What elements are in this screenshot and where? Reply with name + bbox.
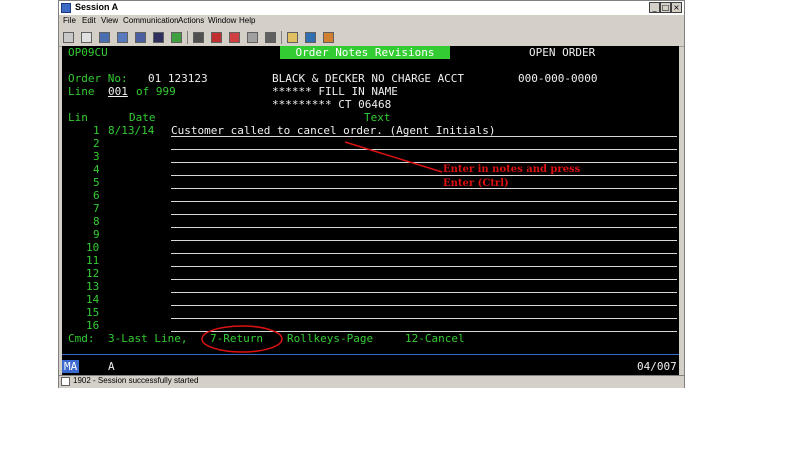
- annotation-text-2: Enter (Ctrl): [443, 178, 509, 189]
- settings-icon[interactable]: [265, 32, 276, 43]
- send-icon[interactable]: [117, 32, 128, 43]
- keyboard-icon[interactable]: [247, 32, 258, 43]
- record-icon[interactable]: [193, 32, 204, 43]
- title-bar: Session A _ □ ×: [59, 1, 684, 15]
- copy-icon[interactable]: [81, 32, 92, 43]
- status-bar: 1902 - Session successfully started: [59, 375, 684, 388]
- menu-edit[interactable]: Edit: [82, 16, 96, 25]
- menu-view[interactable]: View: [101, 16, 118, 25]
- maximize-button[interactable]: □: [660, 2, 671, 13]
- receive-icon[interactable]: [135, 32, 146, 43]
- app-icon: [61, 3, 71, 13]
- menu-window[interactable]: Window: [208, 16, 236, 25]
- annotation-text-1: Enter in notes and press: [443, 164, 581, 175]
- globe-icon[interactable]: [305, 32, 316, 43]
- toolbar-separator: [187, 31, 188, 44]
- macro-icon[interactable]: [171, 32, 182, 43]
- menu-bar: File Edit View Communication Actions Win…: [59, 15, 684, 28]
- display-icon[interactable]: [153, 32, 164, 43]
- annotation-arrow: [344, 141, 443, 173]
- annotation-overlay: [201, 141, 443, 353]
- play-icon[interactable]: [229, 32, 240, 43]
- minimize-button[interactable]: _: [649, 2, 660, 13]
- help-icon[interactable]: [323, 32, 334, 43]
- toolbar: [59, 29, 684, 47]
- menu-file[interactable]: File: [63, 16, 76, 25]
- menu-help[interactable]: Help: [239, 16, 255, 25]
- print-icon[interactable]: [63, 32, 74, 43]
- stop-icon[interactable]: [211, 32, 222, 43]
- document-icon[interactable]: [287, 32, 298, 43]
- window-title: Session A: [75, 2, 119, 12]
- session-icon: [61, 377, 70, 386]
- menu-actions[interactable]: Actions: [178, 16, 204, 25]
- toolbar-separator: [281, 31, 282, 44]
- menu-communication[interactable]: Communication: [123, 16, 179, 25]
- emulator-window: Session A _ □ × File Edit View Communica…: [58, 0, 685, 388]
- terminal-screen[interactable]: OP09CU Order Notes Revisions OPEN ORDER …: [62, 46, 679, 375]
- status-text: 1902 - Session successfully started: [73, 376, 199, 385]
- annotation-circle: [201, 325, 283, 353]
- paste-icon[interactable]: [99, 32, 110, 43]
- close-button[interactable]: ×: [671, 2, 682, 13]
